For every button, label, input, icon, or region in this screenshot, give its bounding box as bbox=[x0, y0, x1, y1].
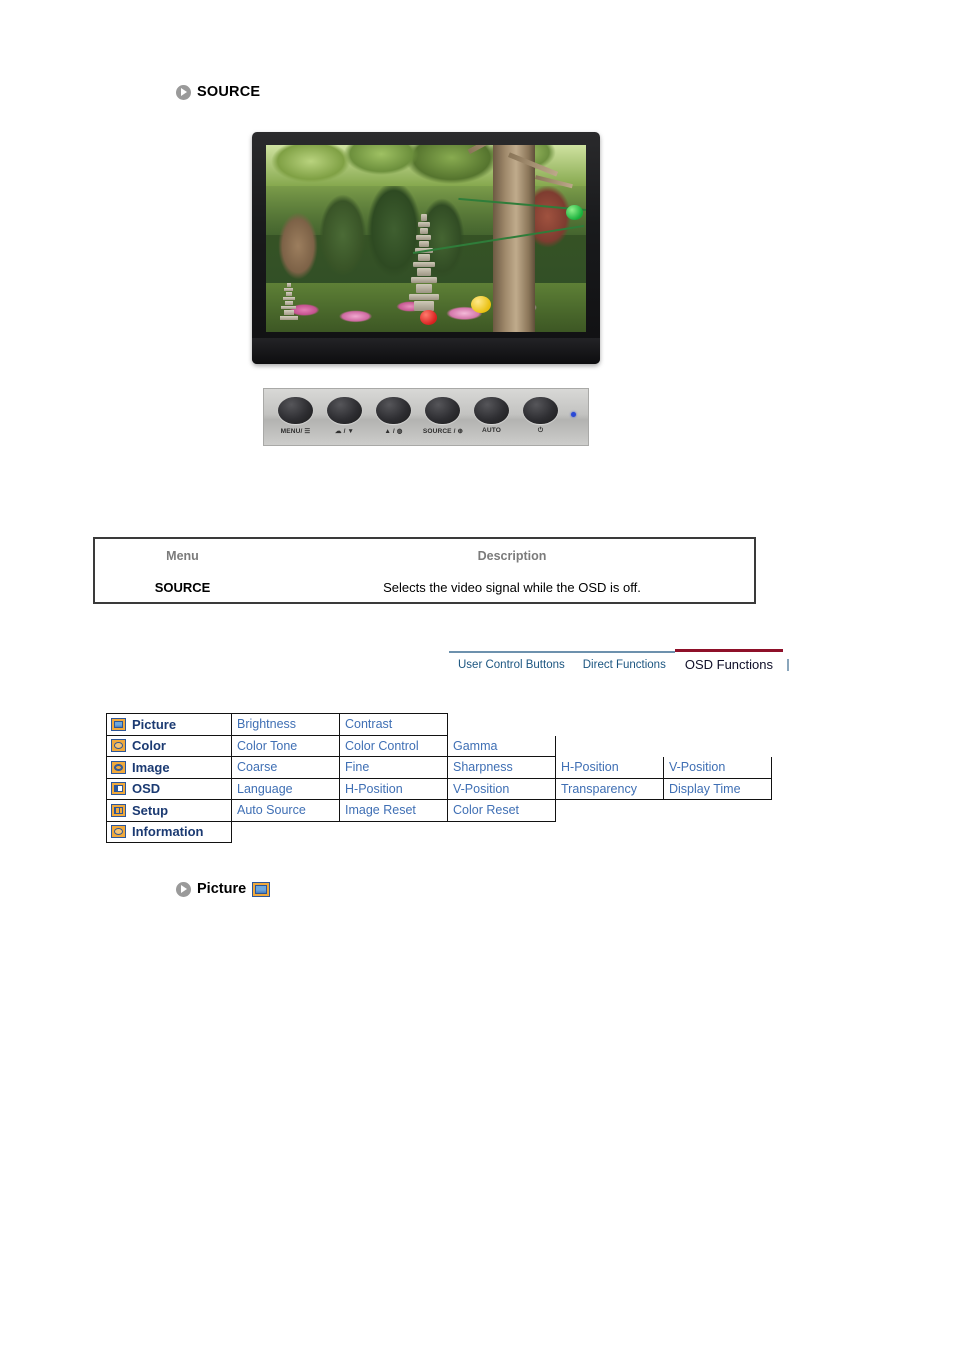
osd-empty-cell bbox=[447, 820, 556, 843]
osd-functions-table: Picture Brightness Contrast Color Color … bbox=[106, 713, 772, 843]
down-button[interactable] bbox=[327, 397, 362, 424]
osd-empty-cell bbox=[447, 713, 556, 736]
tab-divider bbox=[787, 659, 789, 671]
osd-item-color-tone[interactable]: Color Tone bbox=[231, 734, 340, 757]
stone-pagoda bbox=[407, 213, 441, 311]
tab-osd-functions[interactable]: OSD Functions bbox=[674, 649, 783, 674]
table-row: Setup Auto Source Image Reset Color Rese… bbox=[106, 799, 772, 822]
osd-item-fine[interactable]: Fine bbox=[339, 756, 448, 779]
color-icon bbox=[111, 739, 126, 753]
osd-category-label: OSD bbox=[132, 781, 161, 797]
osd-item-transparency[interactable]: Transparency bbox=[555, 777, 664, 800]
osd-item-h-position[interactable]: H-Position bbox=[339, 777, 448, 800]
osd-item-v-position[interactable]: V-Position bbox=[663, 756, 772, 779]
table-row: Picture Brightness Contrast bbox=[106, 713, 772, 736]
osd-category-label: Setup bbox=[132, 802, 169, 818]
osd-empty-cell bbox=[231, 820, 340, 843]
auto-button-label: AUTO bbox=[482, 427, 501, 434]
osd-empty-cell bbox=[663, 820, 772, 843]
small-stone-pagoda bbox=[279, 282, 299, 325]
osd-category-label: Color bbox=[132, 738, 166, 754]
osd-empty-cell bbox=[555, 713, 664, 736]
osd-category-information[interactable]: Information bbox=[106, 820, 232, 843]
garden-photo bbox=[266, 145, 586, 332]
osd-item-color-reset[interactable]: Color Reset bbox=[447, 799, 556, 822]
osd-empty-cell bbox=[663, 799, 772, 822]
function-tabs: User Control Buttons Direct Functions OS… bbox=[449, 648, 789, 674]
table-row: SOURCE Selects the video signal while th… bbox=[95, 573, 754, 602]
up-button[interactable] bbox=[376, 397, 411, 424]
arrow-circle-icon bbox=[176, 84, 191, 100]
header-description: Description bbox=[477, 549, 547, 563]
header-menu: Menu bbox=[166, 549, 199, 563]
tab-user-control-buttons[interactable]: User Control Buttons bbox=[449, 651, 574, 674]
table-row: Color Color Tone Color Control Gamma bbox=[106, 734, 772, 757]
osd-item-auto-source[interactable]: Auto Source bbox=[231, 799, 340, 822]
picture-title: Picture bbox=[197, 881, 247, 897]
osd-category-color[interactable]: Color bbox=[106, 734, 232, 757]
osd-item-sharpness[interactable]: Sharpness bbox=[447, 756, 556, 779]
osd-empty-cell bbox=[339, 820, 448, 843]
osd-item-color-control[interactable]: Color Control bbox=[339, 734, 448, 757]
monitor-control-panel: MENU/ ☰ ☁ / ▼ ▲ / ◍ SOURCE / ⊕ AUTO ⏻ bbox=[263, 388, 589, 446]
power-button-label: ⏻ bbox=[537, 427, 544, 434]
auto-button[interactable] bbox=[474, 397, 509, 424]
setup-icon bbox=[111, 803, 126, 817]
osd-empty-cell bbox=[555, 799, 664, 822]
picture-section-heading: Picture bbox=[176, 881, 271, 897]
arrow-circle-icon bbox=[176, 881, 191, 897]
osd-item-v-position[interactable]: V-Position bbox=[447, 777, 556, 800]
osd-category-label: Picture bbox=[132, 716, 177, 732]
source-button[interactable] bbox=[425, 397, 460, 424]
monitor-bezel-bottom bbox=[252, 338, 600, 364]
osd-empty-cell bbox=[663, 734, 772, 757]
osd-item-image-reset[interactable]: Image Reset bbox=[339, 799, 448, 822]
source-section-heading: SOURCE bbox=[176, 84, 260, 100]
power-led-indicator bbox=[571, 412, 576, 417]
down-button-label: ☁ / ▼ bbox=[334, 428, 355, 435]
monitor-screen bbox=[266, 145, 586, 332]
osd-category-setup[interactable]: Setup bbox=[106, 799, 232, 822]
osd-icon bbox=[111, 782, 126, 796]
osd-item-language[interactable]: Language bbox=[231, 777, 340, 800]
information-icon bbox=[111, 825, 126, 839]
osd-item-display-time[interactable]: Display Time bbox=[663, 777, 772, 800]
tab-direct-functions[interactable]: Direct Functions bbox=[573, 651, 675, 674]
osd-category-osd[interactable]: OSD bbox=[106, 777, 232, 800]
osd-empty-cell bbox=[555, 734, 664, 757]
osd-item-coarse[interactable]: Coarse bbox=[231, 756, 340, 779]
green-lantern bbox=[565, 204, 583, 220]
picture-icon bbox=[111, 717, 126, 731]
picture-icon bbox=[252, 881, 271, 897]
table-row: OSD Language H-Position V-Position Trans… bbox=[106, 777, 772, 800]
menu-button-label: MENU/ ☰ bbox=[280, 428, 311, 435]
red-lantern bbox=[419, 309, 437, 325]
table-row: Image Coarse Fine Sharpness H-Position V… bbox=[106, 756, 772, 779]
cell-menu-source: SOURCE bbox=[154, 580, 211, 595]
osd-empty-cell bbox=[555, 820, 664, 843]
menu-description-table: Menu Description SOURCE Selects the vide… bbox=[93, 537, 756, 604]
menu-button[interactable] bbox=[278, 397, 313, 424]
osd-category-picture[interactable]: Picture bbox=[106, 713, 232, 736]
osd-category-label: Information bbox=[132, 824, 204, 840]
osd-item-contrast[interactable]: Contrast bbox=[339, 713, 448, 736]
osd-item-gamma[interactable]: Gamma bbox=[447, 734, 556, 757]
osd-empty-cell bbox=[663, 713, 772, 736]
osd-category-label: Image bbox=[132, 759, 170, 775]
table-row: Information bbox=[106, 820, 772, 843]
cell-description-text: Selects the video signal while the OSD i… bbox=[383, 580, 641, 595]
source-title: SOURCE bbox=[197, 84, 261, 100]
monitor-illustration bbox=[252, 132, 600, 364]
table-header-row: Menu Description bbox=[95, 539, 754, 573]
osd-item-brightness[interactable]: Brightness bbox=[231, 713, 340, 736]
osd-item-h-position[interactable]: H-Position bbox=[555, 756, 664, 779]
osd-category-image[interactable]: Image bbox=[106, 756, 232, 779]
image-icon bbox=[111, 760, 126, 774]
power-button[interactable] bbox=[523, 397, 558, 424]
